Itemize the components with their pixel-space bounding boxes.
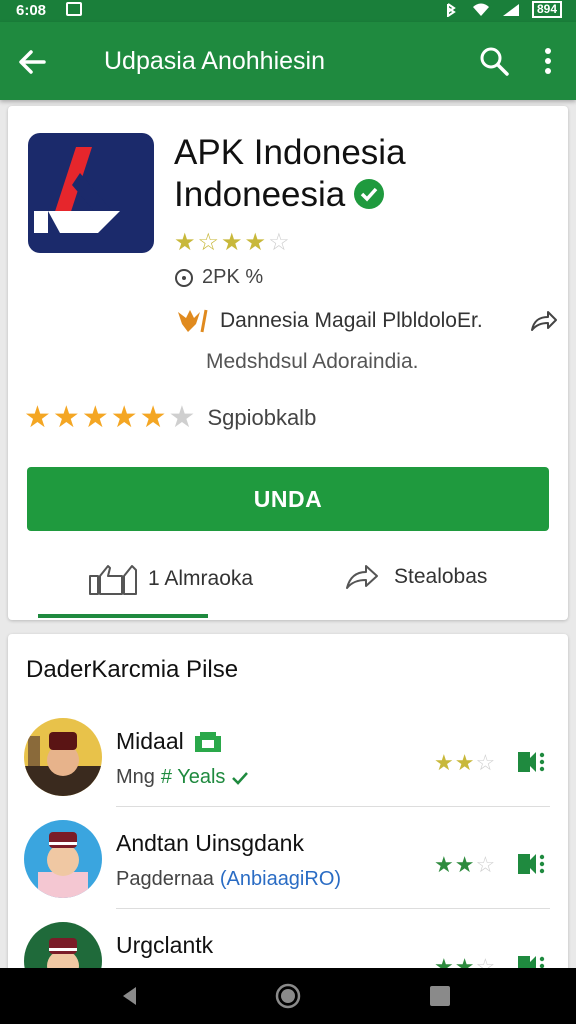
- star-icon: ★: [434, 852, 454, 877]
- item-subtitle-accent: # Yeals: [160, 766, 226, 788]
- nav-recent-apps-icon[interactable]: [430, 986, 450, 1006]
- battery-indicator: 894: [531, 1, 562, 18]
- thumbs-up-icon: [89, 565, 137, 595]
- app-size: 2PK %: [202, 266, 264, 288]
- more-options-icon[interactable]: [536, 45, 560, 77]
- item-star-rating: ★ ★ ☆: [434, 750, 495, 776]
- status-icons: 894: [442, 1, 562, 18]
- app-name-line1: APK Indonesia: [174, 133, 406, 172]
- like-label: 1 Almraoka: [148, 567, 254, 590]
- star-icon: ☆: [475, 750, 496, 775]
- star-icon[interactable]: ★: [111, 400, 138, 435]
- star-icon[interactable]: ★: [24, 400, 51, 435]
- star-icon: ☆: [197, 229, 220, 256]
- avatar: [24, 718, 102, 796]
- app-bar: Udpasia Anohhiesin: [0, 22, 576, 100]
- list-item[interactable]: Andtan Uinsgdank Pagdernaa (AnbiaagiRO) …: [8, 816, 568, 920]
- app-name-line2: Indoneesia: [174, 174, 554, 216]
- item-name: Urgclantk: [116, 932, 213, 959]
- back-arrow-icon[interactable]: [14, 44, 50, 80]
- search-icon[interactable]: [478, 45, 510, 77]
- star-icon: ★: [454, 852, 475, 877]
- star-icon: ★: [454, 750, 475, 775]
- status-bar: 6:08 894: [0, 0, 576, 22]
- share-arrow-icon[interactable]: [528, 308, 558, 334]
- app-size-row: 2PK %: [174, 266, 263, 289]
- star-icon: ★: [244, 229, 267, 256]
- item-menu-icon[interactable]: [516, 750, 546, 774]
- star-icon: ★: [174, 229, 196, 256]
- list-item[interactable]: Midaal Mng # Yeals ★ ★ ☆: [8, 714, 568, 818]
- star-icon: ★: [221, 229, 243, 256]
- garuda-emblem-icon: [178, 309, 208, 333]
- action-row: 1 Almraoka Stealobas: [8, 546, 568, 606]
- install-button[interactable]: UNDA: [27, 467, 549, 531]
- app-logo-icon: [28, 133, 154, 253]
- like-button[interactable]: 1 Almraoka: [88, 562, 253, 596]
- status-time: 6:08: [16, 2, 47, 19]
- bluetooth-icon: [446, 2, 456, 17]
- item-subtitle-text: Mng: [116, 766, 155, 788]
- section-title: DaderKarcmia Pilse: [26, 656, 239, 683]
- app-name-line2-text: Indoneesia: [174, 175, 346, 214]
- item-subtitle: Mng # Yeals: [116, 766, 249, 789]
- rating-label: Sgpiobkalb: [207, 404, 317, 430]
- avatar: [24, 820, 102, 898]
- app-detail-card: APK Indonesia Indoneesia ★ ☆ ★ ★ ☆ 2PK %…: [8, 106, 568, 620]
- star-icon[interactable]: ★: [169, 400, 196, 435]
- check-icon: [232, 771, 249, 785]
- item-subtitle-text: Pagdernaa: [116, 868, 214, 890]
- star-icon: ★: [434, 750, 454, 775]
- item-name-text: Urgclantk: [116, 932, 214, 958]
- wifi-icon: [472, 3, 489, 16]
- app-description: Medshdsul Adoraindia.: [206, 350, 419, 373]
- developer-row: Dannesia Magail PlbldoloEr.: [174, 306, 558, 336]
- item-name-text: Andtan Uinsgdank: [116, 830, 304, 856]
- notification-icon: [66, 2, 82, 16]
- share-label: Stealobas: [394, 565, 488, 588]
- title-star-rating: ★ ☆ ★ ★ ☆: [174, 228, 290, 257]
- user-rating-row: ★ ★ ★ ★ ★ ★ Sgpiobkalb: [24, 400, 316, 435]
- store-badge-icon: [194, 731, 221, 752]
- signal-icon: [502, 3, 519, 16]
- star-icon[interactable]: ★: [82, 400, 109, 435]
- star-icon[interactable]: ★: [140, 400, 167, 435]
- divider: [116, 806, 550, 807]
- app-name: APK Indonesia Indoneesia: [174, 132, 554, 216]
- item-name-text: Midaal: [116, 728, 184, 754]
- share-button[interactable]: Stealobas: [344, 562, 487, 592]
- item-menu-icon[interactable]: [516, 852, 546, 876]
- clock-icon: [175, 268, 193, 287]
- tab-indicator: [38, 614, 208, 618]
- star-icon: ☆: [475, 852, 496, 877]
- developer-name[interactable]: Dannesia Magail PlbldoloEr.: [220, 309, 522, 333]
- item-subtitle: Pagdernaa (AnbiaagiRO): [116, 868, 341, 891]
- avatar: [24, 922, 102, 974]
- item-name: Midaal: [116, 728, 222, 755]
- share-icon: [346, 565, 378, 589]
- item-star-rating: ★ ★ ☆: [434, 852, 495, 878]
- item-subtitle-link[interactable]: (AnbiaagiRO): [220, 868, 341, 891]
- verified-check-icon: [354, 179, 385, 209]
- list-item[interactable]: Urgclantk ★ ★ ☆: [8, 918, 568, 974]
- nav-back-icon[interactable]: [118, 984, 142, 1008]
- divider: [116, 908, 550, 909]
- item-name: Andtan Uinsgdank: [116, 830, 304, 857]
- app-bar-title: Udpasia Anohhiesin: [104, 47, 325, 75]
- related-list-card: DaderKarcmia Pilse Midaal Mng # Yeals ★ …: [8, 634, 568, 974]
- star-icon: ☆: [268, 229, 290, 256]
- system-nav-bar: [0, 968, 576, 1024]
- nav-home-icon[interactable]: [274, 982, 302, 1010]
- star-icon[interactable]: ★: [53, 400, 80, 435]
